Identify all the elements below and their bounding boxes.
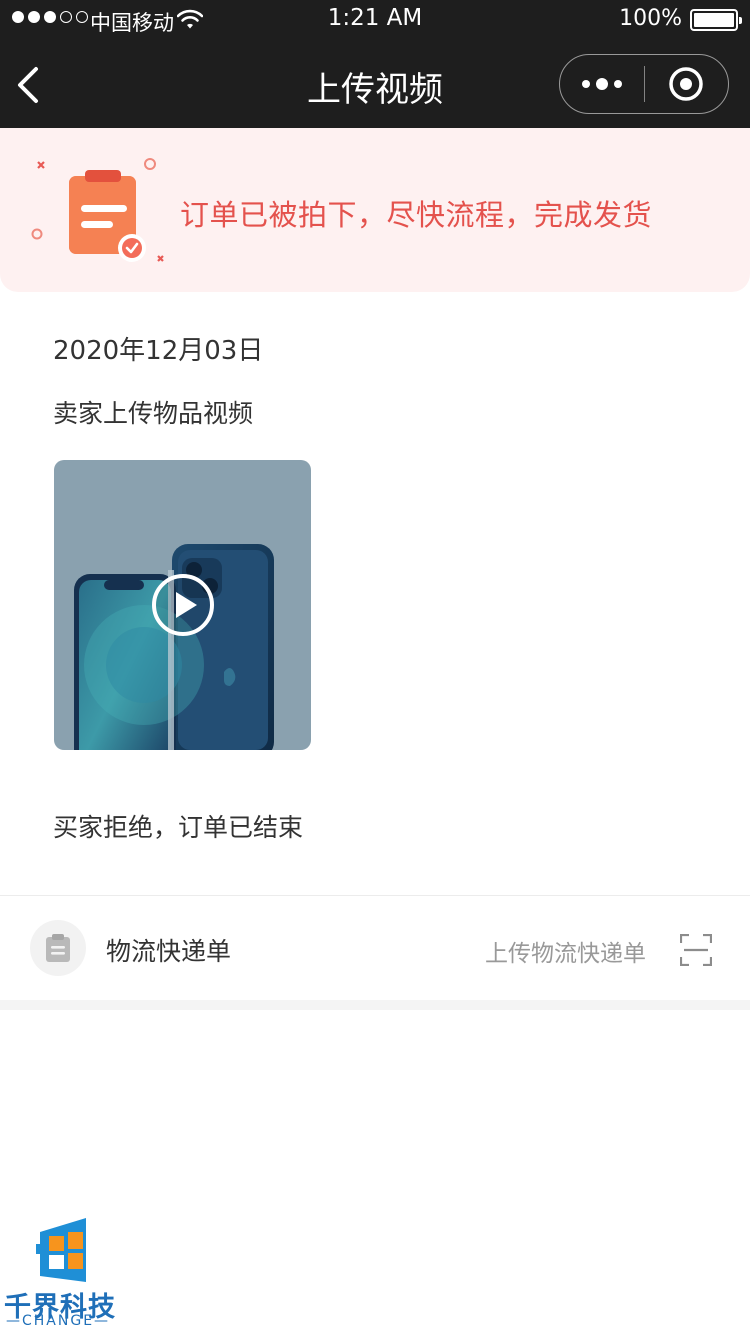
bottom-separator bbox=[0, 1000, 750, 1010]
upload-logistics-link[interactable]: 上传物流快递单 bbox=[485, 934, 646, 968]
logistics-row[interactable]: 物流快递单 上传物流快递单 bbox=[0, 896, 750, 1000]
logistics-label: 物流快递单 bbox=[106, 937, 232, 966]
more-button[interactable] bbox=[560, 55, 644, 113]
video-section-label: 卖家上传物品视频 bbox=[53, 399, 254, 428]
mini-program-capsule bbox=[559, 54, 729, 114]
watermark-subtitle: —CHANGE— bbox=[6, 1313, 111, 1329]
status-bar: 中国移动 1:21 AM 100% bbox=[0, 0, 750, 40]
target-circle-icon bbox=[669, 67, 703, 101]
clipboard-check-icon bbox=[31, 158, 164, 262]
play-icon[interactable] bbox=[151, 573, 215, 637]
battery-percentage: 100% bbox=[619, 6, 682, 31]
navigation-bar: 上传视频 bbox=[0, 40, 750, 128]
upload-date: 2020年12月03日 bbox=[53, 336, 264, 366]
banner-message: 订单已被拍下，尽快流程，完成发货 bbox=[180, 198, 653, 232]
clipboard-icon bbox=[46, 934, 70, 962]
scan-icon[interactable] bbox=[680, 934, 712, 966]
order-result-text: 买家拒绝，订单已结束 bbox=[53, 813, 304, 842]
top-bar: 中国移动 1:21 AM 100% 上传视频 bbox=[0, 0, 750, 128]
order-status-banner: 订单已被拍下，尽快流程，完成发货 bbox=[0, 128, 750, 292]
battery-icon bbox=[690, 9, 742, 31]
close-mini-program-button[interactable] bbox=[645, 55, 729, 113]
more-dots-icon bbox=[581, 78, 622, 90]
logistics-icon-circle bbox=[30, 920, 86, 976]
